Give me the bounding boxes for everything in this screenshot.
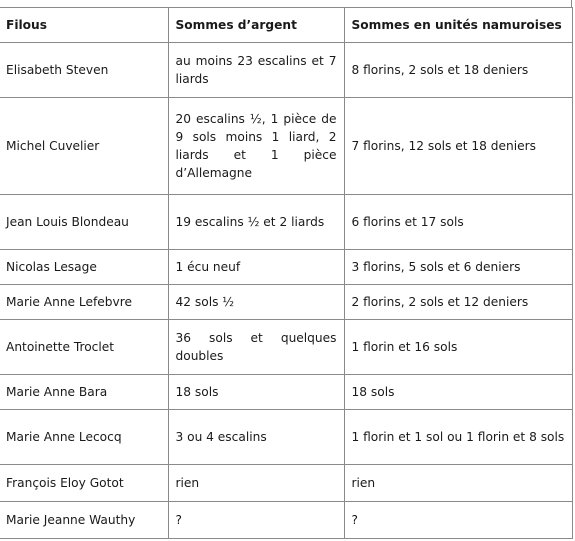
cell-namur: 3 florins, 5 sols et 6 deniers — [343, 249, 573, 285]
table-row: Michel Cuvelier 20 escalins ½, 1 pièce d… — [0, 97, 573, 195]
header-sommes-argent: Sommes d’argent — [167, 7, 345, 43]
table-row: Elisabeth Steven au moins 23 escalins et… — [0, 42, 573, 98]
cell-argent: 19 escalins ½ et 2 liards — [167, 194, 345, 250]
cell-name: Antoinette Troclet — [0, 319, 169, 375]
cell-name: Marie Anne Lecocq — [0, 409, 169, 465]
header-filous: Filous — [0, 7, 169, 43]
table-row: Marie Anne Lecocq 3 ou 4 escalins 1 flor… — [0, 409, 573, 465]
cell-argent: 36 sols et quelques doubles — [167, 319, 345, 375]
cell-argent: rien — [167, 464, 345, 502]
cell-name: Elisabeth Steven — [0, 42, 169, 98]
cell-argent: 1 écu neuf — [167, 249, 345, 285]
cell-namur: 8 florins, 2 sols et 18 deniers — [343, 42, 573, 98]
cell-argent: 20 escalins ½, 1 pièce de 9 sols moins 1… — [167, 97, 345, 195]
cell-name: Nicolas Lesage — [0, 249, 169, 285]
cell-namur: 1 florin et 16 sols — [343, 319, 573, 375]
cell-name: Jean Louis Blondeau — [0, 194, 169, 250]
header-unites-namuroises: Sommes en unités namuroises — [343, 7, 573, 43]
filous-table: Filous Sommes d’argent Sommes en unités … — [0, 7, 573, 539]
table-row: François Eloy Gotot rien rien — [0, 464, 573, 502]
table-row: Nicolas Lesage 1 écu neuf 3 florins, 5 s… — [0, 249, 573, 285]
cell-namur: 6 florins et 17 sols — [343, 194, 573, 250]
cell-name: Michel Cuvelier — [0, 97, 169, 195]
cell-argent: au moins 23 escalins et 7 liards — [167, 42, 345, 98]
cell-name: Marie Anne Lefebvre — [0, 284, 169, 320]
cell-namur: 2 florins, 2 sols et 12 deniers — [343, 284, 573, 320]
table-row: Marie Anne Bara 18 sols 18 sols — [0, 374, 573, 410]
cell-namur: rien — [343, 464, 573, 502]
cell-name: François Eloy Gotot — [0, 464, 169, 502]
cell-argent: 42 sols ½ — [167, 284, 345, 320]
cell-name: Marie Anne Bara — [0, 374, 169, 410]
cell-namur: ? — [343, 501, 573, 539]
header-row: Filous Sommes d’argent Sommes en unités … — [0, 7, 573, 43]
cell-namur: 7 florins, 12 sols et 18 deniers — [343, 97, 573, 195]
table-row: Jean Louis Blondeau 19 escalins ½ et 2 l… — [0, 194, 573, 250]
table-row: Marie Anne Lefebvre 42 sols ½ 2 florins,… — [0, 284, 573, 320]
cell-argent: 3 ou 4 escalins — [167, 409, 345, 465]
table-row: Marie Jeanne Wauthy ? ? — [0, 501, 573, 539]
cell-namur: 18 sols — [343, 374, 573, 410]
table-row: Antoinette Troclet 36 sols et quelques d… — [0, 319, 573, 375]
cell-argent: 18 sols — [167, 374, 345, 410]
cell-argent: ? — [167, 501, 345, 539]
cell-namur: 1 florin et 1 sol ou 1 florin et 8 sols — [343, 409, 573, 465]
cell-name: Marie Jeanne Wauthy — [0, 501, 169, 539]
